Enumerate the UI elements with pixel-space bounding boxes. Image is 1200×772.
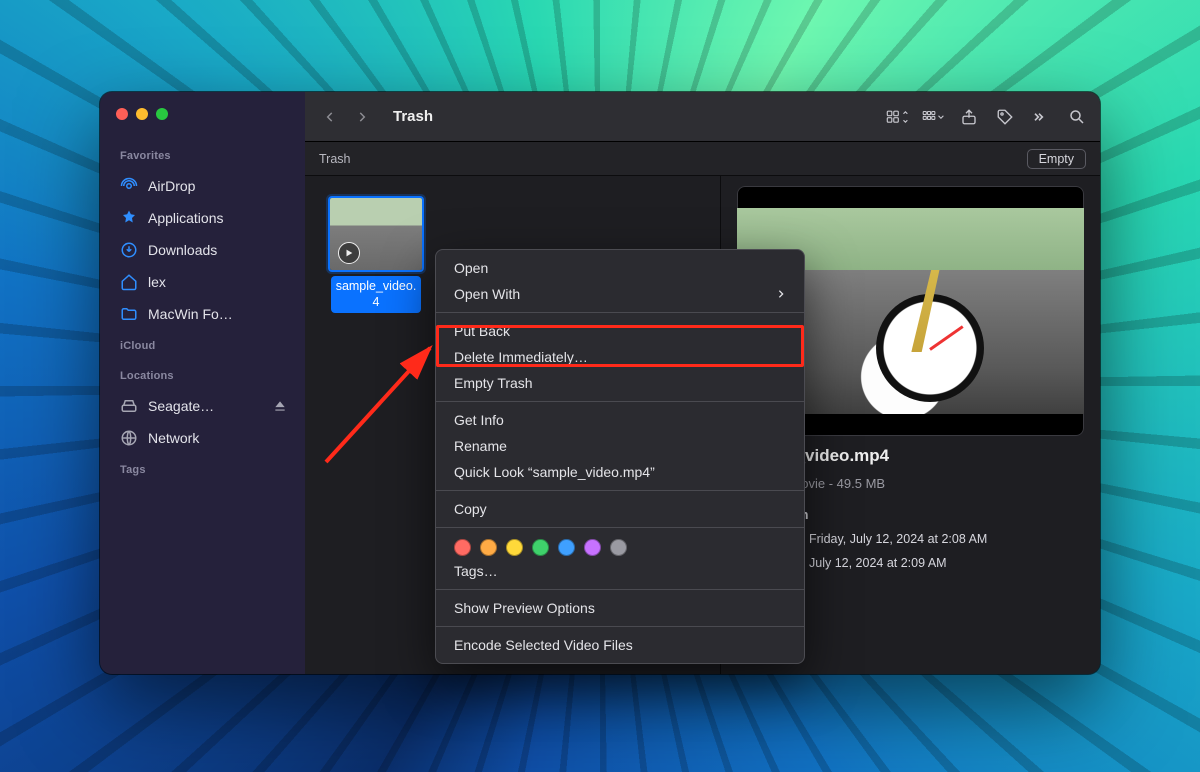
tag-dot-blue[interactable] bbox=[558, 539, 575, 556]
play-icon bbox=[338, 242, 360, 264]
menu-separator bbox=[436, 401, 804, 402]
sidebar-section-tags: Tags bbox=[114, 456, 295, 482]
file-thumbnail[interactable] bbox=[330, 198, 422, 270]
tag-dot-yellow[interactable] bbox=[506, 539, 523, 556]
group-by-button[interactable] bbox=[922, 106, 944, 128]
folder-icon bbox=[120, 305, 138, 323]
tag-dot-red[interactable] bbox=[454, 539, 471, 556]
sidebar-item-downloads[interactable]: Downloads bbox=[114, 236, 295, 264]
applications-icon bbox=[120, 209, 138, 227]
trash-subbar: Trash Empty bbox=[305, 142, 1100, 176]
sidebar-item-applications[interactable]: Applications bbox=[114, 204, 295, 232]
sidebar-item-label: Seagate… bbox=[148, 398, 214, 414]
view-options-button[interactable] bbox=[886, 106, 908, 128]
menu-separator bbox=[436, 490, 804, 491]
menu-item-get-info[interactable]: Get Info bbox=[436, 407, 804, 433]
menu-item-show-preview-options[interactable]: Show Preview Options bbox=[436, 595, 804, 621]
location-label: Trash bbox=[319, 152, 351, 166]
preview-value: July 12, 2024 at 2:09 AM bbox=[809, 556, 947, 570]
nav-back-button[interactable] bbox=[315, 102, 345, 132]
minimize-window-button[interactable] bbox=[136, 108, 148, 120]
tag-dot-purple[interactable] bbox=[584, 539, 601, 556]
search-button[interactable] bbox=[1066, 106, 1088, 128]
menu-item-rename[interactable]: Rename bbox=[436, 433, 804, 459]
sidebar-item-airdrop[interactable]: AirDrop bbox=[114, 172, 295, 200]
preview-value: Friday, July 12, 2024 at 2:08 AM bbox=[809, 532, 987, 546]
home-icon bbox=[120, 273, 138, 291]
menu-item-copy[interactable]: Copy bbox=[436, 496, 804, 522]
menu-item-open-with[interactable]: Open With bbox=[436, 281, 804, 307]
desktop-background: Favorites AirDrop Applications Downloads bbox=[0, 0, 1200, 772]
sidebar-section-locations: Locations bbox=[114, 362, 295, 388]
close-window-button[interactable] bbox=[116, 108, 128, 120]
window-controls bbox=[114, 104, 295, 138]
sidebar-section-favorites: Favorites bbox=[114, 142, 295, 168]
airdrop-icon bbox=[120, 177, 138, 195]
menu-item-encode[interactable]: Encode Selected Video Files bbox=[436, 632, 804, 658]
sidebar-item-home[interactable]: lex bbox=[114, 268, 295, 296]
menu-item-tags[interactable]: Tags… bbox=[436, 558, 804, 584]
downloads-icon bbox=[120, 241, 138, 259]
sidebar-item-label: Network bbox=[148, 430, 199, 446]
share-button[interactable] bbox=[958, 106, 980, 128]
sidebar-item-seagate[interactable]: Seagate… bbox=[114, 392, 295, 420]
nav-forward-button[interactable] bbox=[347, 102, 377, 132]
sidebar-item-label: Downloads bbox=[148, 242, 217, 258]
file-item[interactable]: sample_video. 4 bbox=[321, 198, 431, 313]
menu-tag-colors bbox=[436, 533, 804, 558]
menu-item-empty-trash[interactable]: Empty Trash bbox=[436, 370, 804, 396]
tag-dot-orange[interactable] bbox=[480, 539, 497, 556]
eject-icon[interactable] bbox=[271, 397, 289, 415]
menu-item-delete-immediately[interactable]: Delete Immediately… bbox=[436, 344, 804, 370]
menu-separator bbox=[436, 527, 804, 528]
sidebar-item-macwin[interactable]: MacWin Fo… bbox=[114, 300, 295, 328]
menu-item-put-back[interactable]: Put Back bbox=[436, 318, 804, 344]
sidebar-item-label: lex bbox=[148, 274, 166, 290]
sidebar-item-network[interactable]: Network bbox=[114, 424, 295, 452]
finder-sidebar: Favorites AirDrop Applications Downloads bbox=[100, 92, 305, 674]
file-name-label[interactable]: sample_video. 4 bbox=[331, 276, 422, 313]
tag-dot-green[interactable] bbox=[532, 539, 549, 556]
tags-button[interactable] bbox=[994, 106, 1016, 128]
window-title: Trash bbox=[383, 108, 443, 125]
sidebar-item-label: AirDrop bbox=[148, 178, 195, 194]
context-menu: Open Open With Put Back Delete Immediate… bbox=[435, 249, 805, 664]
empty-trash-button[interactable]: Empty bbox=[1027, 149, 1086, 169]
chevron-right-icon bbox=[776, 289, 786, 299]
external-drive-icon bbox=[120, 397, 138, 415]
menu-separator bbox=[436, 589, 804, 590]
sidebar-item-label: Applications bbox=[148, 210, 224, 226]
menu-item-quick-look[interactable]: Quick Look “sample_video.mp4” bbox=[436, 459, 804, 485]
menu-item-open[interactable]: Open bbox=[436, 255, 804, 281]
tag-dot-grey[interactable] bbox=[610, 539, 627, 556]
sidebar-item-label: MacWin Fo… bbox=[148, 306, 233, 322]
more-toolbar-button[interactable] bbox=[1030, 106, 1052, 128]
sidebar-section-icloud: iCloud bbox=[114, 332, 295, 358]
zoom-window-button[interactable] bbox=[156, 108, 168, 120]
network-icon bbox=[120, 429, 138, 447]
menu-separator bbox=[436, 626, 804, 627]
finder-toolbar: Trash bbox=[305, 92, 1100, 142]
menu-separator bbox=[436, 312, 804, 313]
